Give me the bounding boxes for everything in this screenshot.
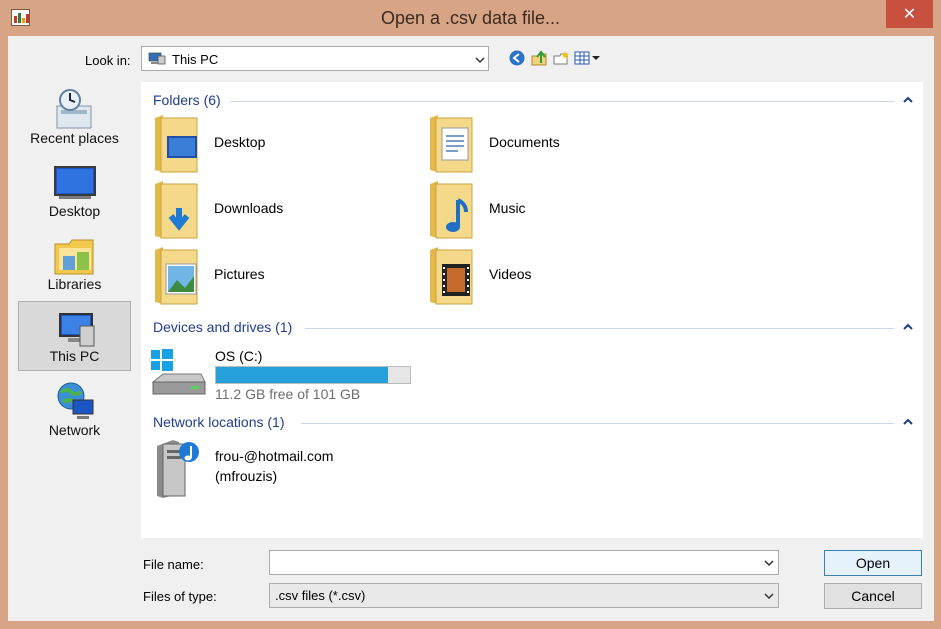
place-label: Recent places: [30, 130, 119, 146]
place-label: Libraries: [47, 276, 102, 292]
folder-name: Videos: [489, 266, 532, 282]
music-folder-icon: [430, 181, 473, 239]
downloads-folder-icon: [155, 181, 198, 239]
folder-name: Music: [489, 200, 526, 216]
file-list[interactable]: Folders (6) Desktop Documents Downloads: [141, 82, 923, 538]
group-divider: [301, 423, 894, 424]
hard-drive-icon: [151, 349, 206, 395]
folder-item-downloads[interactable]: Downloads: [153, 180, 373, 240]
open-button[interactable]: Open: [824, 550, 922, 576]
drive-usage-fill: [216, 367, 389, 383]
recent-places-icon: [56, 89, 92, 129]
group-divider: [230, 101, 894, 102]
documents-folder-icon: [430, 115, 473, 173]
folder-item-videos[interactable]: Videos: [428, 246, 648, 306]
file-type-label: Files of type:: [143, 589, 217, 604]
folder-item-music[interactable]: Music: [428, 180, 648, 240]
place-recent-places[interactable]: Recent places: [18, 82, 131, 152]
network-location-name: frou-@hotmail.com: [215, 448, 334, 464]
group-title: Folders (6): [153, 92, 221, 108]
group-header-network[interactable]: Network locations (1): [153, 414, 913, 432]
file-name-label: File name:: [143, 557, 204, 572]
view-menu-icon[interactable]: [574, 49, 600, 67]
folder-name: Downloads: [214, 200, 284, 216]
group-header-folders[interactable]: Folders (6): [153, 92, 913, 110]
media-server-icon: [157, 440, 199, 498]
dialog-client: Look in: This PC Recent places Desktop L…: [8, 36, 934, 621]
place-this-pc[interactable]: This PC: [18, 301, 131, 371]
group-header-devices[interactable]: Devices and drives (1): [153, 319, 913, 337]
collapse-icon[interactable]: [902, 321, 914, 333]
close-button[interactable]: ✕: [886, 0, 933, 28]
look-in-label: Look in:: [85, 53, 131, 68]
group-divider: [305, 328, 894, 329]
place-libraries[interactable]: Libraries: [18, 228, 131, 298]
collapse-icon[interactable]: [902, 94, 914, 106]
folder-name: Desktop: [214, 134, 266, 150]
folder-name: Pictures: [214, 266, 265, 282]
place-desktop[interactable]: Desktop: [18, 155, 131, 225]
folder-item-pictures[interactable]: Pictures: [153, 246, 373, 306]
file-name-field[interactable]: [269, 550, 779, 575]
chevron-down-icon: [475, 57, 485, 64]
network-location-item[interactable]: frou-@hotmail.com (mfrouzis): [149, 438, 449, 498]
drive-free-space: 11.2 GB free of 101 GB: [215, 386, 361, 402]
folder-item-desktop[interactable]: Desktop: [153, 114, 373, 174]
chevron-down-icon[interactable]: [764, 558, 774, 568]
drive-name: OS (C:): [215, 348, 263, 364]
drive-item-os-c[interactable]: OS (C:) 11.2 GB free of 101 GB: [149, 348, 449, 406]
folder-item-documents[interactable]: Documents: [428, 114, 648, 174]
file-name-input[interactable]: [272, 553, 752, 571]
videos-folder-icon: [430, 247, 473, 305]
group-title: Devices and drives (1): [153, 319, 293, 335]
folder-name: Documents: [489, 134, 560, 150]
pictures-folder-icon: [155, 247, 198, 305]
this-pc-icon: [59, 313, 95, 347]
libraries-icon: [54, 239, 94, 275]
title-bar: Open a .csv data file... ✕: [0, 0, 941, 36]
file-type-dropdown[interactable]: .csv files (*.csv): [269, 583, 779, 608]
new-folder-icon[interactable]: [552, 49, 570, 67]
up-folder-icon[interactable]: [530, 49, 548, 67]
look-in-value: This PC: [172, 52, 219, 67]
desktop-icon: [54, 166, 96, 199]
place-label: This PC: [49, 348, 100, 364]
chevron-down-icon: [764, 593, 774, 600]
cancel-button[interactable]: Cancel: [824, 583, 922, 609]
look-in-dropdown[interactable]: This PC: [141, 46, 489, 71]
collapse-icon[interactable]: [902, 416, 914, 428]
network-icon: [57, 382, 94, 419]
group-title: Network locations (1): [153, 414, 285, 430]
place-label: Network: [48, 422, 101, 438]
place-network[interactable]: Network: [18, 374, 131, 444]
places-bar: Recent places Desktop Libraries This PC: [17, 82, 144, 542]
this-pc-icon: [148, 52, 166, 65]
back-icon[interactable]: [508, 49, 526, 67]
network-location-user: (mfrouzis): [215, 468, 278, 484]
window-title: Open a .csv data file...: [380, 8, 561, 28]
file-type-value: .csv files (*.csv): [275, 588, 366, 603]
place-label: Desktop: [48, 203, 101, 219]
desktop-folder-icon: [155, 115, 198, 173]
drive-usage-bar: [215, 366, 411, 384]
